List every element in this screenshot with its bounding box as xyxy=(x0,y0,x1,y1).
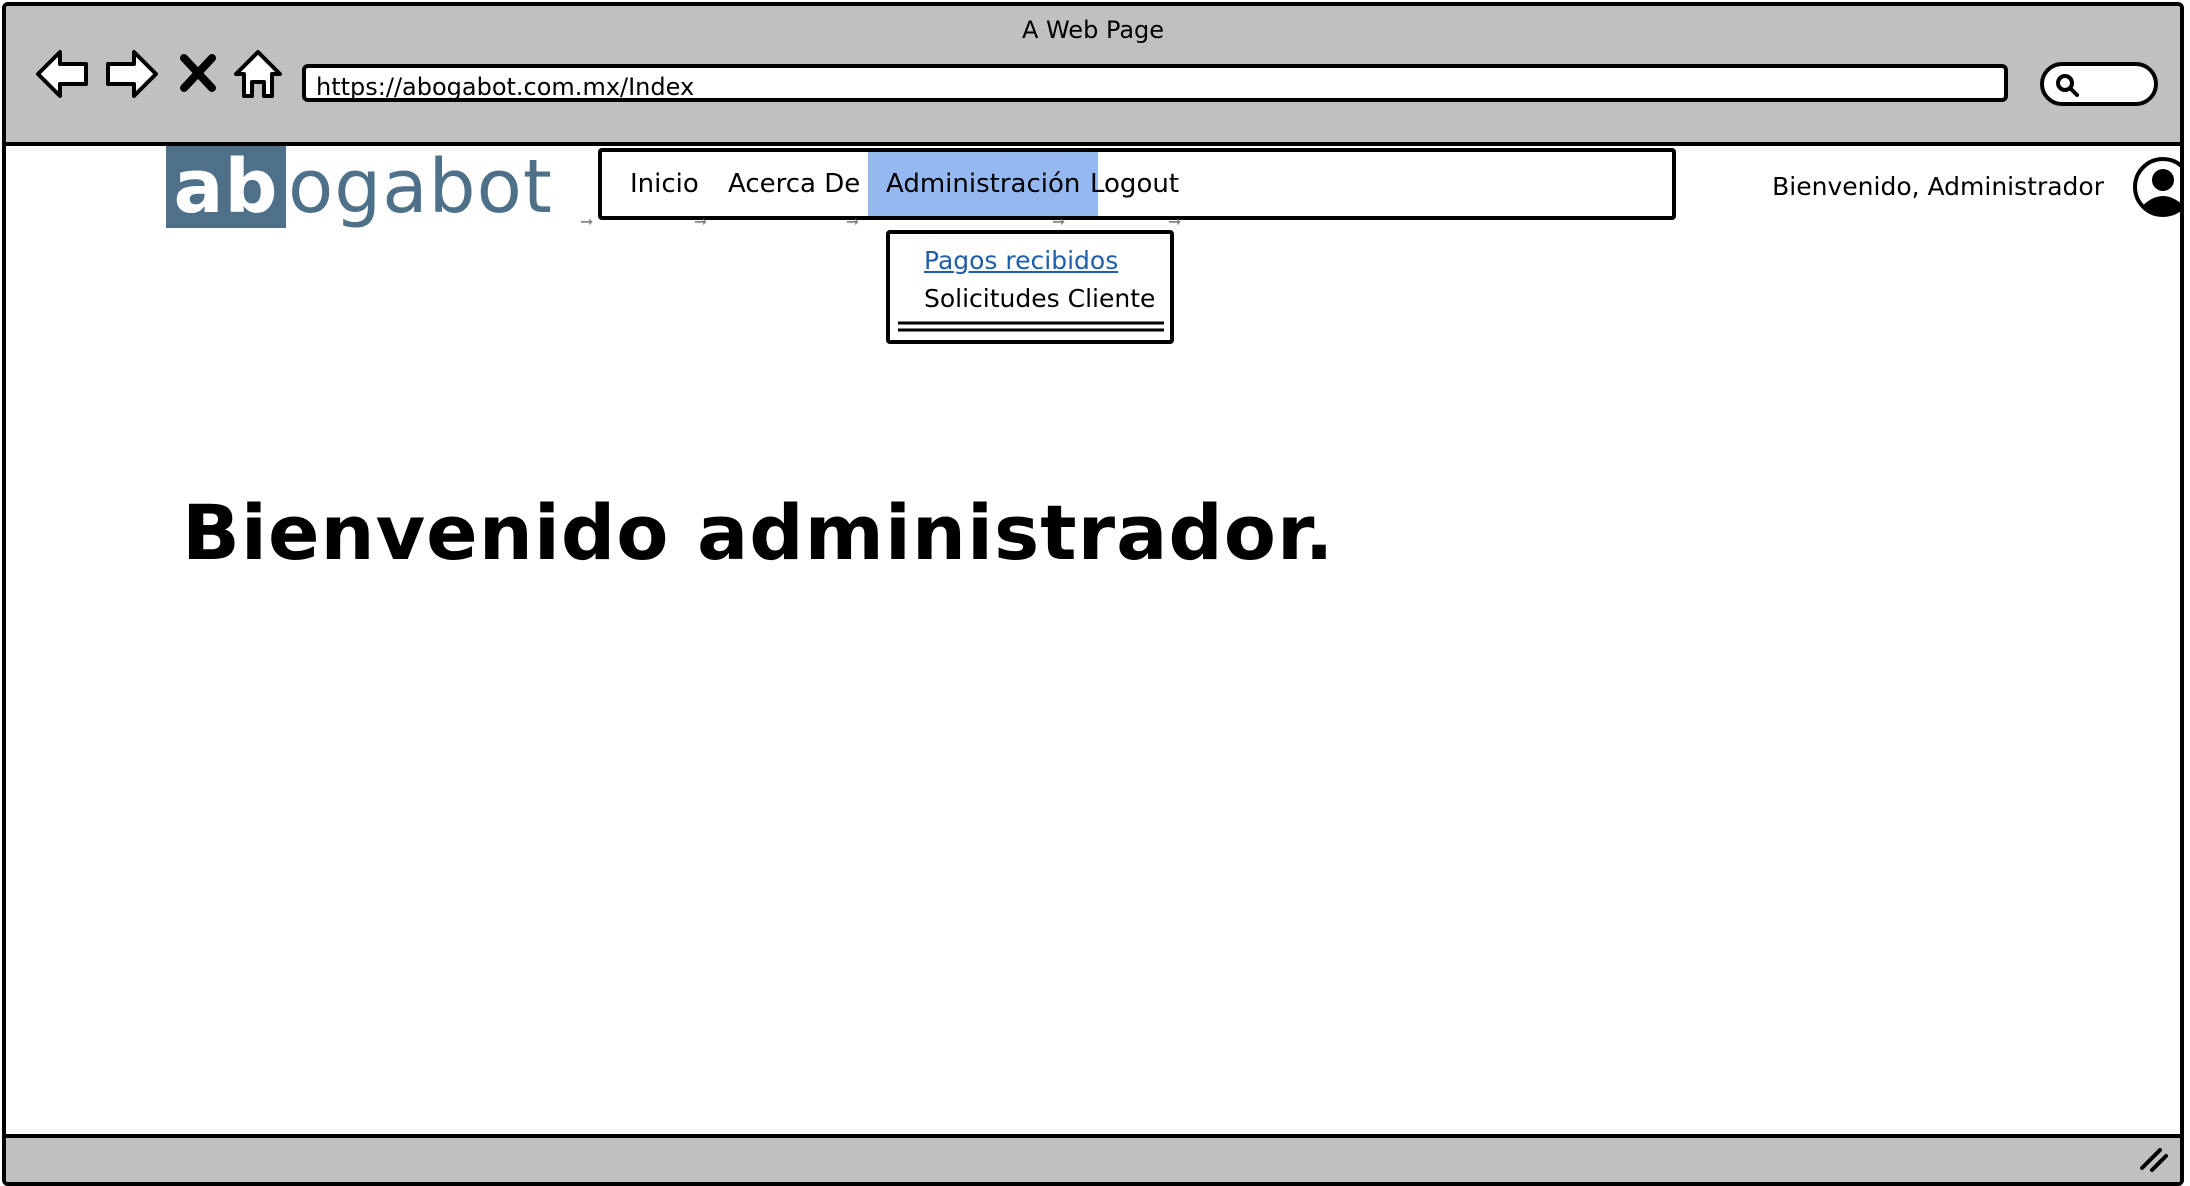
resize-grip-icon[interactable] xyxy=(2138,1146,2168,1176)
main-menu: Inicio Acerca De Administración Logout ➞… xyxy=(580,148,1676,231)
site-logo[interactable]: ab ogabot xyxy=(166,146,586,228)
dropdown-bottom-edge xyxy=(898,321,1164,332)
back-arrow-icon[interactable] xyxy=(32,44,92,104)
menu-item-administracion[interactable]: Administración xyxy=(868,152,1099,216)
home-icon[interactable] xyxy=(230,44,290,104)
window-title: A Web Page xyxy=(1021,16,1165,44)
browser-status-bar xyxy=(6,1134,2180,1182)
page-heading: Bienvenido administrador. xyxy=(182,488,1335,577)
close-icon[interactable] xyxy=(176,44,220,104)
menu-item-inicio[interactable]: Inicio xyxy=(630,152,699,216)
link-arrow-icon: ➞ xyxy=(1052,212,1066,231)
browser-search-box[interactable] xyxy=(2040,62,2158,106)
link-arrow-icon: ➞ xyxy=(580,212,594,231)
dropdown-item-solicitudes-cliente[interactable]: Solicitudes Cliente xyxy=(924,284,1155,313)
user-avatar-icon[interactable] xyxy=(2132,156,2180,218)
menu-item-logout[interactable]: Logout xyxy=(1090,152,1179,216)
user-greeting: Bienvenido, Administrador xyxy=(1772,172,2104,201)
logo-text: ogabot xyxy=(288,144,553,230)
menu-item-acerca-de[interactable]: Acerca De xyxy=(728,152,860,216)
link-arrow-icon: ➞ xyxy=(694,212,708,231)
browser-chrome: A Web Page https://abogabot.com.mx/Index xyxy=(6,6,2180,146)
link-arrow-icon: ➞ xyxy=(1168,212,1182,231)
forward-arrow-icon[interactable] xyxy=(102,44,162,104)
logo-highlight: ab xyxy=(166,146,286,228)
dropdown-item-pagos-recibidos[interactable]: Pagos recibidos xyxy=(924,246,1118,275)
link-arrow-icon: ➞ xyxy=(846,212,860,231)
admin-dropdown-menu: Pagos recibidos Solicitudes Cliente xyxy=(886,230,1174,344)
browser-window: A Web Page https://abogabot.com.mx/Index xyxy=(2,2,2184,1186)
address-bar[interactable]: https://abogabot.com.mx/Index xyxy=(302,64,2008,102)
